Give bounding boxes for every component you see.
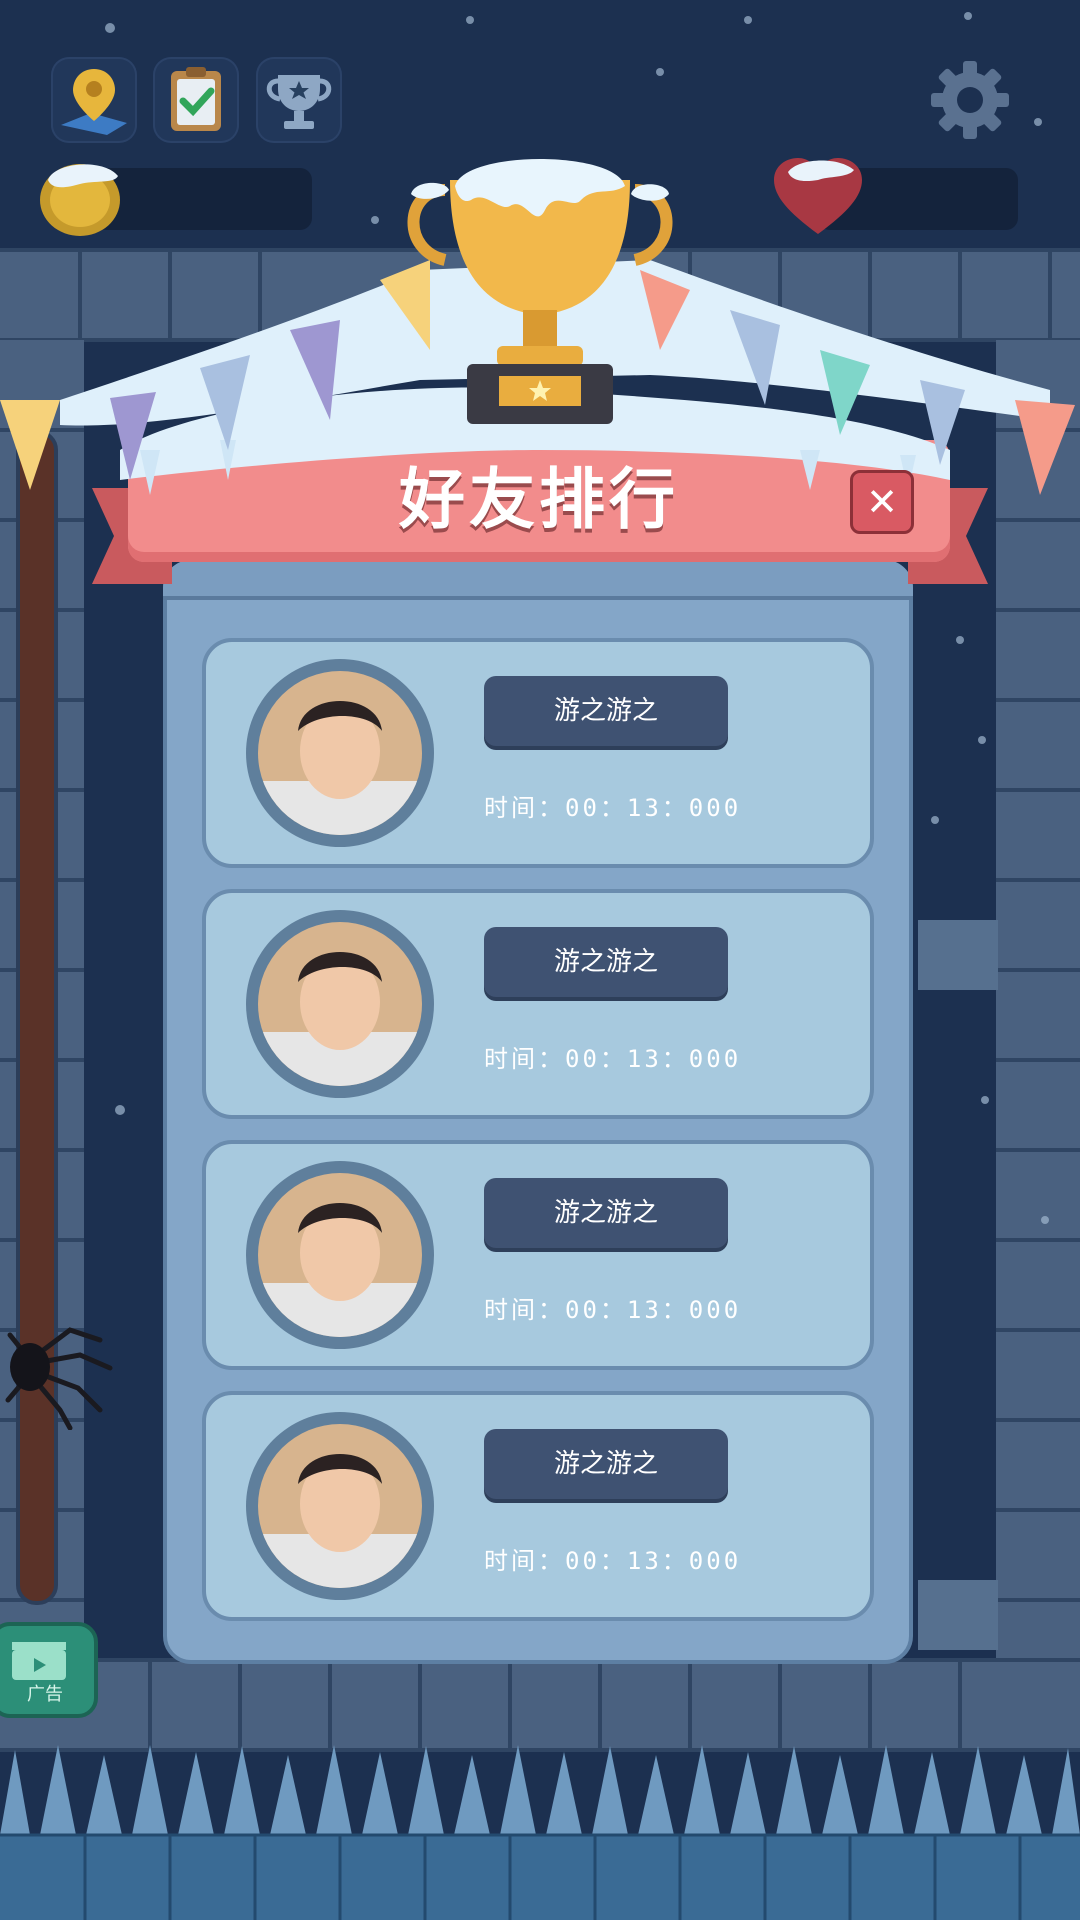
avatar-portrait <box>258 671 422 835</box>
leaderboard-entry: 游之游之 时间：00：13：000 <box>202 889 874 1119</box>
tasks-button[interactable] <box>153 57 239 143</box>
player-name: 游之游之 <box>484 927 728 997</box>
spider-icon <box>5 1327 113 1430</box>
gear-icon <box>931 61 1009 139</box>
clapperboard-icon <box>12 1642 66 1680</box>
leaderboard-entry: 游之游之 时间：00：13：000 <box>202 638 874 868</box>
avatar <box>246 659 434 847</box>
player-name: 游之游之 <box>484 676 728 746</box>
avatar-portrait <box>258 1424 422 1588</box>
ad-button-label: 广告 <box>27 1684 63 1705</box>
leaderboard-entry: 游之游之 时间：00：13：000 <box>202 1391 874 1621</box>
achievements-button[interactable] <box>256 57 342 143</box>
panel-title: 好友排行 <box>399 461 679 538</box>
map-button[interactable] <box>51 57 137 143</box>
player-name: 游之游之 <box>484 1178 728 1248</box>
close-icon: ✕ <box>866 480 898 524</box>
leaderboard-entry: 游之游之 时间：00：13：000 <box>202 1140 874 1370</box>
panel-header-strip <box>163 560 913 600</box>
player-time: 时间：00：13：000 <box>484 1547 742 1575</box>
clipboard-check-icon <box>171 67 221 131</box>
map-pin-icon <box>61 69 127 135</box>
avatar <box>246 1161 434 1349</box>
trophy-icon <box>407 159 673 424</box>
player-name: 游之游之 <box>484 1429 728 1499</box>
avatar-portrait <box>258 922 422 1086</box>
player-time: 时间：00：13：000 <box>484 1045 742 1073</box>
player-time: 时间：00：13：000 <box>484 794 742 822</box>
settings-button[interactable] <box>925 55 1015 145</box>
close-button[interactable]: ✕ <box>850 470 914 534</box>
player-time: 时间：00：13：000 <box>484 1296 742 1324</box>
trophy-star-icon <box>266 75 332 129</box>
avatar <box>246 1412 434 1600</box>
avatar <box>246 910 434 1098</box>
avatar-portrait <box>258 1173 422 1337</box>
